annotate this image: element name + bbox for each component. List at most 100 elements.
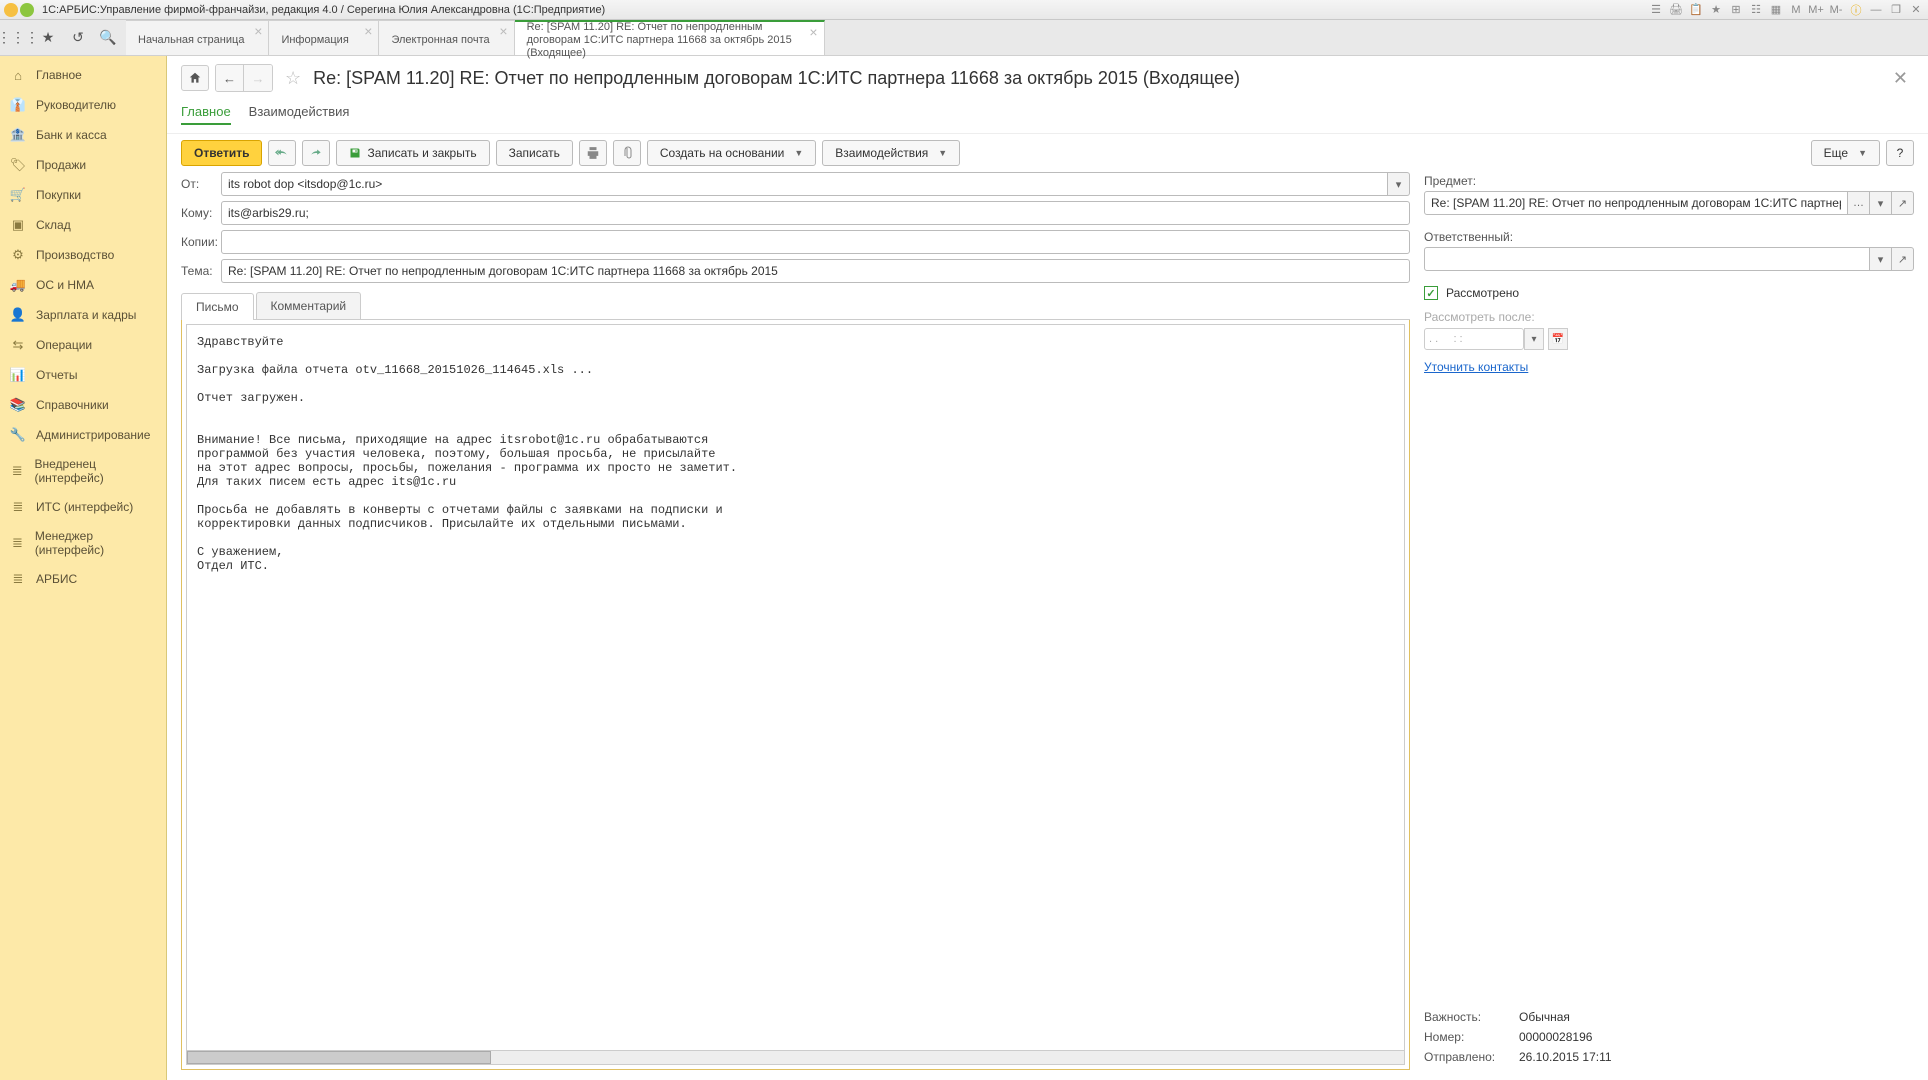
review-after-dropdown[interactable]: ▾: [1524, 328, 1544, 350]
bank-icon: 🏦: [10, 127, 26, 143]
window-close-icon[interactable]: ✕: [1908, 2, 1924, 18]
tb-icon-star[interactable]: ★: [1708, 2, 1724, 18]
sidebar-item[interactable]: ≣ АРБИС: [0, 564, 166, 594]
tab-close-icon[interactable]: ×: [364, 25, 372, 38]
window-minimize-icon[interactable]: —: [1868, 2, 1884, 18]
main-tab[interactable]: Начальная страница×: [126, 20, 269, 55]
back-button[interactable]: ←: [216, 65, 244, 91]
favorite-star-icon[interactable]: ☆: [285, 68, 301, 89]
forward-button[interactable]: →: [244, 65, 272, 91]
main-tab[interactable]: Информация×: [269, 20, 379, 55]
subtab-interactions[interactable]: Взаимодействия: [249, 100, 350, 125]
owner-input[interactable]: [1424, 247, 1870, 271]
reply-all-button[interactable]: [268, 140, 296, 166]
main-tab[interactable]: Re: [SPAM 11.20] RE: Отчет по непродленн…: [515, 20, 825, 55]
review-after-input[interactable]: [1424, 328, 1524, 350]
sidebar-item-label: ИТС (интерфейс): [36, 500, 133, 514]
tab-comment[interactable]: Комментарий: [256, 292, 362, 319]
refine-contacts-link[interactable]: Уточнить контакты: [1424, 360, 1528, 374]
list-icon: ≣: [10, 571, 26, 587]
main-tab[interactable]: Электронная почта×: [379, 20, 514, 55]
sidebar-item[interactable]: 👤Зарплата и кадры: [0, 300, 166, 330]
search-icon[interactable]: 🔍: [98, 28, 118, 48]
sidebar-item[interactable]: ≣Менеджер (интерфейс): [0, 522, 166, 564]
tab-close-icon[interactable]: ×: [499, 25, 507, 38]
sidebar-item[interactable]: 🔧Администрирование: [0, 420, 166, 450]
review-after-calendar[interactable]: 📅: [1548, 328, 1568, 350]
sidebar-item[interactable]: ≣Внедренец (интерфейс): [0, 450, 166, 492]
subject-input[interactable]: [221, 259, 1410, 283]
owner-open-button[interactable]: ↗: [1892, 247, 1914, 271]
tb-icon[interactable]: ☷: [1748, 2, 1764, 18]
sidebar-item[interactable]: 🏦Банк и касса: [0, 120, 166, 150]
app-icon-dropdown[interactable]: [20, 3, 34, 17]
help-button[interactable]: ?: [1886, 140, 1914, 166]
sidebar-item[interactable]: 🏷Продажи: [0, 150, 166, 180]
tab-letter[interactable]: Письмо: [181, 293, 254, 320]
reply-button[interactable]: Ответить: [181, 140, 262, 166]
sidebar-item[interactable]: 🚚ОС и НМА: [0, 270, 166, 300]
attach-button[interactable]: [613, 140, 641, 166]
tb-m-plus[interactable]: M+: [1808, 2, 1824, 18]
sidebar-item[interactable]: 📚Справочники: [0, 390, 166, 420]
create-based-button[interactable]: Создать на основании▼: [647, 140, 816, 166]
to-input[interactable]: [221, 201, 1410, 225]
owner-dropdown-button[interactable]: ▾: [1870, 247, 1892, 271]
tb-icon[interactable]: ▦: [1768, 2, 1784, 18]
sidebar-item[interactable]: 👔Руководителю: [0, 90, 166, 120]
sidebar-item[interactable]: 🛒Покупки: [0, 180, 166, 210]
cc-input[interactable]: [221, 230, 1410, 254]
forward-button-tb[interactable]: [302, 140, 330, 166]
subject-more-button[interactable]: …: [1848, 191, 1870, 215]
subject-open-button[interactable]: ↗: [1892, 191, 1914, 215]
history-icon[interactable]: ↺: [68, 28, 88, 48]
tb-icon[interactable]: ⊞: [1728, 2, 1744, 18]
tb-m-minus[interactable]: M-: [1828, 2, 1844, 18]
interactions-button[interactable]: Взаимодействия▼: [822, 140, 960, 166]
message-scrollbar-h[interactable]: [186, 1051, 1405, 1065]
more-button[interactable]: Еще▼: [1811, 140, 1880, 166]
subject-dropdown-button[interactable]: ▾: [1870, 191, 1892, 215]
sidebar-item[interactable]: ≣ИТС (интерфейс): [0, 492, 166, 522]
print-button[interactable]: [579, 140, 607, 166]
tab-close-icon[interactable]: ×: [254, 25, 262, 38]
sidebar-item[interactable]: ▣ Склад: [0, 210, 166, 240]
apps-icon[interactable]: ⋮⋮⋮: [8, 28, 28, 48]
sidebar-item[interactable]: 📊Отчеты: [0, 360, 166, 390]
sidebar-item-label: Справочники: [36, 398, 109, 412]
tb-icon[interactable]: 📋: [1688, 2, 1704, 18]
tab-close-icon[interactable]: ×: [809, 26, 817, 39]
from-input[interactable]: [221, 172, 1388, 196]
window-restore-icon[interactable]: ❐: [1888, 2, 1904, 18]
reviewed-checkbox[interactable]: ✓: [1424, 286, 1438, 300]
tb-icon[interactable]: ☰: [1648, 2, 1664, 18]
sidebar-item[interactable]: ⇆Операции: [0, 330, 166, 360]
boxes-icon: ▣: [10, 217, 26, 233]
message-body[interactable]: Здравствуйте Загрузка файла отчета otv_1…: [186, 324, 1405, 1051]
window-titlebar: 1С:АРБИС:Управление фирмой-франчайзи, ре…: [0, 0, 1928, 20]
sidebar-item-label: Покупки: [36, 188, 81, 202]
owner-label: Ответственный:: [1424, 230, 1513, 244]
sidebar-item[interactable]: ⚙Производство: [0, 240, 166, 270]
tag-icon: 🏷: [10, 157, 26, 173]
sidebar-item-label: Руководителю: [36, 98, 116, 112]
subtab-main[interactable]: Главное: [181, 100, 231, 125]
from-picker-button[interactable]: ▾: [1388, 172, 1410, 196]
right-subject-input[interactable]: [1424, 191, 1848, 215]
tb-m[interactable]: M: [1788, 2, 1804, 18]
window-title: 1С:АРБИС:Управление фирмой-франчайзи, ре…: [42, 4, 605, 16]
save-button[interactable]: Записать: [496, 140, 573, 166]
sidebar-item-label: Склад: [36, 218, 71, 232]
home-icon: ⌂: [10, 67, 26, 83]
close-page-button[interactable]: ✕: [1887, 68, 1914, 89]
sidebar-item[interactable]: ⌂ Главное: [0, 60, 166, 90]
tb-icon[interactable]: 🖨: [1668, 2, 1684, 18]
info-icon[interactable]: ⓘ: [1848, 2, 1864, 18]
nav-sidebar: ⌂ Главное 👔Руководителю🏦Банк и касса🏷Прода…: [0, 56, 167, 1080]
save-close-button[interactable]: Записать и закрыть: [336, 140, 489, 166]
truck-icon: 🚚: [10, 277, 26, 293]
sidebar-item-label: Главное: [36, 68, 82, 82]
favorite-icon[interactable]: ★: [38, 28, 58, 48]
sidebar-item-label: АРБИС: [36, 572, 77, 586]
home-button[interactable]: [181, 65, 209, 91]
